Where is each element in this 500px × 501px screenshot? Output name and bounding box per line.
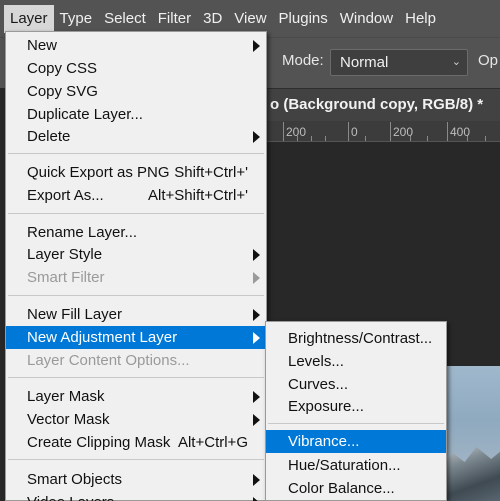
chevron-down-icon: ⌄ xyxy=(451,56,461,68)
menu-item-duplicate-layer[interactable]: Duplicate Layer... xyxy=(6,103,266,126)
menu-separator xyxy=(268,423,444,424)
ruler-tick xyxy=(410,136,411,141)
menu-3d[interactable]: 3D xyxy=(197,5,228,33)
menu-item-smart-objects[interactable]: Smart Objects xyxy=(6,468,266,491)
ruler-tick xyxy=(283,122,284,141)
menu-help[interactable]: Help xyxy=(399,5,442,33)
menu-item-copy-css[interactable]: Copy CSS xyxy=(6,57,266,80)
image-rock xyxy=(441,447,500,501)
menu-type[interactable]: Type xyxy=(54,5,99,33)
ruler-tick xyxy=(348,122,349,141)
blend-mode-value: Normal xyxy=(340,54,389,71)
menu-item-create-clipping-mask[interactable]: Create Clipping Mask Alt+Ctrl+G xyxy=(6,431,266,454)
submenu-arrow-icon xyxy=(253,131,260,143)
menu-item-new-fill-layer[interactable]: New Fill Layer xyxy=(6,303,266,326)
document-tab[interactable]: o (Background copy, RGB/8) * xyxy=(265,88,500,121)
submenu-arrow-icon xyxy=(253,332,260,344)
menu-window[interactable]: Window xyxy=(334,5,399,33)
submenu-arrow-icon xyxy=(253,497,260,501)
ruler-tick xyxy=(390,122,391,141)
menu-item-smart-filter[interactable]: Smart Filter xyxy=(6,266,266,289)
menu-item-rename-layer[interactable]: Rename Layer... xyxy=(6,221,266,244)
submenu-arrow-icon xyxy=(253,414,260,426)
menu-item-vector-mask[interactable]: Vector Mask xyxy=(6,408,266,431)
ruler-tick xyxy=(311,136,312,141)
layer-menu: New Copy CSS Copy SVG Duplicate Layer...… xyxy=(5,31,267,501)
menu-item-copy-svg[interactable]: Copy SVG xyxy=(6,80,266,103)
submenu-item-brightness-contrast[interactable]: Brightness/Contrast... xyxy=(266,327,446,350)
menu-item-quick-export[interactable]: Quick Export as PNG Shift+Ctrl+' xyxy=(6,161,266,184)
opacity-label: Op xyxy=(478,52,499,69)
menu-layer[interactable]: Layer xyxy=(4,4,54,33)
shortcut-label: Alt+Ctrl+G xyxy=(177,434,248,451)
submenu-item-vibrance[interactable]: Vibrance... xyxy=(266,430,446,453)
menu-plugins[interactable]: Plugins xyxy=(273,5,334,33)
blend-mode-select[interactable]: Normal ⌄ xyxy=(330,49,468,76)
ruler-tick xyxy=(485,136,486,141)
submenu-arrow-icon xyxy=(253,474,260,486)
submenu-item-hue-saturation[interactable]: Hue/Saturation... xyxy=(266,454,446,477)
submenu-arrow-icon xyxy=(253,40,260,52)
menu-item-new-adjustment-layer[interactable]: New Adjustment Layer xyxy=(6,326,266,349)
shortcut-label: Shift+Ctrl+' xyxy=(174,164,248,181)
menu-item-layer-mask[interactable]: Layer Mask xyxy=(6,385,266,408)
submenu-item-exposure[interactable]: Exposure... xyxy=(266,395,446,418)
menu-separator xyxy=(8,153,264,154)
menu-item-new[interactable]: New xyxy=(6,34,266,57)
horizontal-ruler: 200 0 200 400 xyxy=(265,121,500,142)
menu-separator xyxy=(8,213,264,214)
mode-label: Mode: xyxy=(282,52,324,69)
submenu-item-color-balance[interactable]: Color Balance... xyxy=(266,477,446,500)
document-image[interactable] xyxy=(441,366,500,501)
submenu-item-curves[interactable]: Curves... xyxy=(266,373,446,396)
menu-select[interactable]: Select xyxy=(98,5,152,33)
menu-separator xyxy=(8,377,264,378)
menu-separator xyxy=(8,459,264,460)
menu-item-delete[interactable]: Delete xyxy=(6,125,266,148)
submenu-item-levels[interactable]: Levels... xyxy=(266,350,446,373)
ruler-label: 0 xyxy=(351,125,358,139)
ruler-tick xyxy=(365,136,366,141)
ruler-tick xyxy=(325,136,326,141)
menu-separator xyxy=(8,295,264,296)
ruler-tick xyxy=(297,136,298,141)
document-tab-title: o (Background copy, RGB/8) * xyxy=(270,96,484,113)
submenu-arrow-icon xyxy=(253,272,260,284)
menu-item-layer-content-options[interactable]: Layer Content Options... xyxy=(6,349,266,372)
ruler-tick xyxy=(447,122,448,141)
menu-item-export-as[interactable]: Export As... Alt+Shift+Ctrl+' xyxy=(6,184,266,207)
ruler-tick xyxy=(427,136,428,141)
menu-filter[interactable]: Filter xyxy=(152,5,197,33)
submenu-arrow-icon xyxy=(253,249,260,261)
ruler-tick xyxy=(467,136,468,141)
shortcut-label: Alt+Shift+Ctrl+' xyxy=(148,187,248,204)
submenu-arrow-icon xyxy=(253,391,260,403)
submenu-arrow-icon xyxy=(253,309,260,321)
menu-view[interactable]: View xyxy=(228,5,272,33)
menu-item-layer-style[interactable]: Layer Style xyxy=(6,243,266,266)
menu-item-video-layers[interactable]: Video Layers xyxy=(6,491,266,501)
adjustment-layer-submenu: Brightness/Contrast... Levels... Curves.… xyxy=(265,321,447,501)
